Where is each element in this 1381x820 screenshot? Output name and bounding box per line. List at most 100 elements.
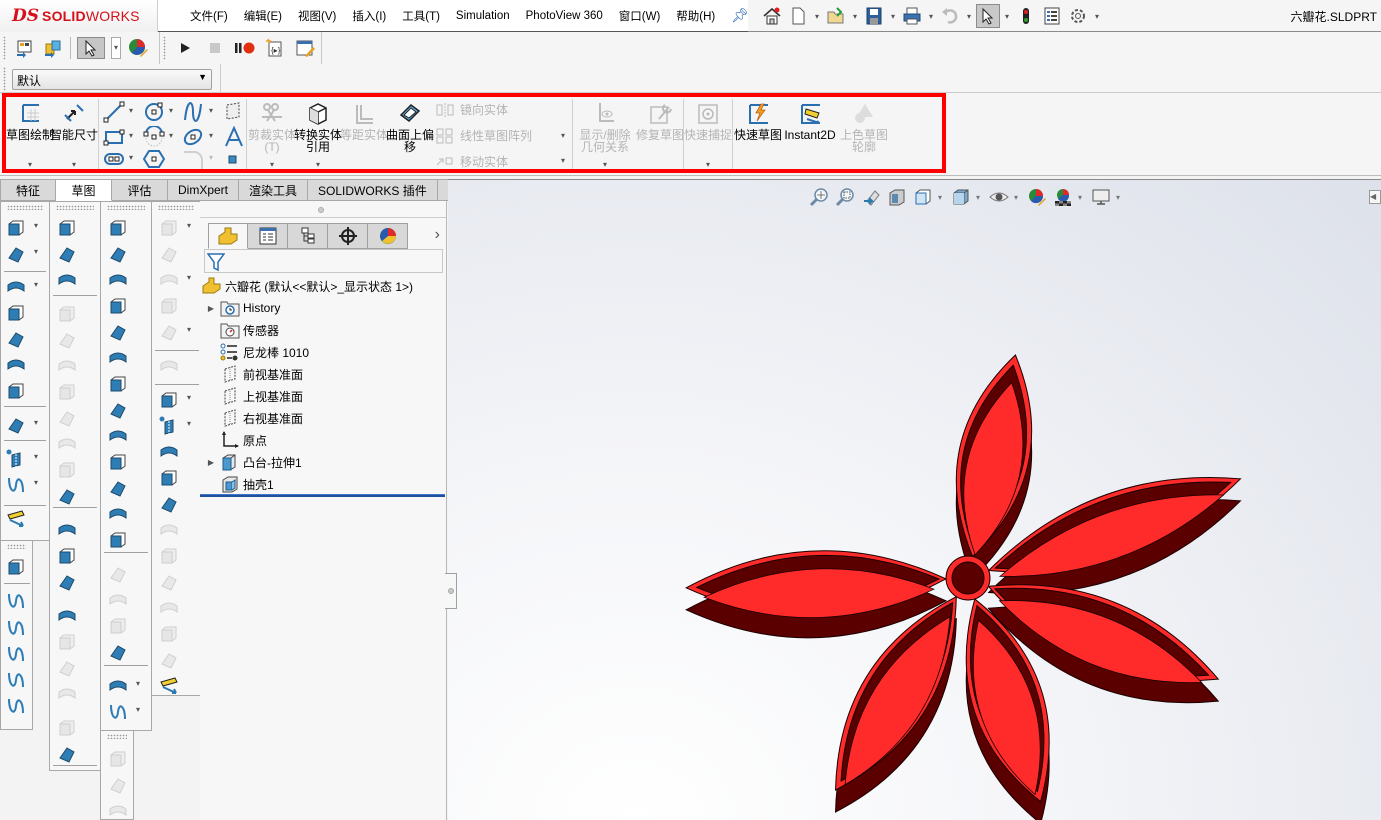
arc-button[interactable] bbox=[143, 126, 165, 148]
line-button[interactable] bbox=[103, 101, 125, 123]
tree-item[interactable]: 尼龙棒 1010 bbox=[206, 341, 309, 363]
text-button[interactable] bbox=[224, 126, 244, 148]
replace-face-icon[interactable] bbox=[108, 504, 128, 524]
solidworks-logo[interactable]: DS SOLIDWORKS bbox=[0, 0, 158, 32]
move-entities-button[interactable]: 移动实体 bbox=[436, 153, 508, 170]
extend-surface-icon[interactable] bbox=[108, 530, 128, 550]
menu-simulation[interactable]: Simulation bbox=[448, 10, 518, 22]
hidden-lines-icon[interactable] bbox=[108, 775, 128, 795]
toolbar-grip[interactable] bbox=[3, 67, 6, 91]
menu-window[interactable]: 窗口(W) bbox=[611, 8, 669, 24]
chevron-right-icon[interactable]: › bbox=[435, 226, 440, 244]
toolbar-dropdown[interactable]: ▾ bbox=[136, 705, 140, 714]
miter-flange-icon[interactable] bbox=[57, 270, 77, 290]
hidden-lines-removed-icon[interactable] bbox=[108, 801, 128, 820]
toolbar-grip[interactable] bbox=[163, 36, 166, 60]
spline-curve-icon[interactable] bbox=[6, 644, 26, 664]
menu-tools[interactable]: 工具(T) bbox=[394, 8, 448, 24]
appearance-icon[interactable] bbox=[127, 37, 149, 59]
circle-dropdown[interactable]: ▾ bbox=[169, 106, 173, 115]
toolbar-grip[interactable] bbox=[107, 734, 127, 739]
tab-property-manager[interactable] bbox=[248, 223, 288, 249]
boundary-surface-icon[interactable] bbox=[108, 322, 128, 342]
polygon-button[interactable] bbox=[143, 149, 165, 169]
linear-pattern-icon[interactable] bbox=[6, 415, 26, 435]
curve-through-points-icon[interactable] bbox=[6, 670, 26, 690]
base-flange-icon[interactable] bbox=[57, 218, 77, 238]
menu-file[interactable]: 文件(F) bbox=[182, 8, 236, 24]
cross-break-icon[interactable] bbox=[57, 382, 77, 402]
trim-dropdown[interactable]: ▾ bbox=[270, 159, 274, 171]
rectangle-button[interactable] bbox=[103, 126, 125, 148]
toolbar-dropdown[interactable]: ▾ bbox=[34, 247, 38, 256]
swept-surface-icon[interactable] bbox=[108, 270, 128, 290]
projected-curve-icon[interactable] bbox=[6, 591, 26, 611]
tab-feature-manager[interactable] bbox=[208, 223, 248, 249]
expand-arrow-icon[interactable]: ▶ bbox=[206, 304, 216, 313]
record-macro-icon[interactable] bbox=[234, 37, 256, 59]
curves-icon[interactable] bbox=[6, 475, 26, 495]
undo-icon[interactable] bbox=[938, 4, 962, 28]
filled-surface-icon[interactable] bbox=[108, 348, 128, 368]
assembly-icon[interactable] bbox=[42, 37, 64, 59]
quick-snaps-dropdown[interactable]: ▾ bbox=[706, 159, 710, 171]
convert-dropdown[interactable]: ▾ bbox=[316, 159, 320, 171]
vent-icon[interactable] bbox=[57, 520, 77, 540]
flower-petal[interactable] bbox=[987, 476, 1242, 595]
toolbar-dropdown[interactable]: ▾ bbox=[34, 280, 38, 289]
components-icon[interactable] bbox=[159, 598, 179, 618]
surface-flatten-icon[interactable] bbox=[108, 452, 128, 472]
save-icon[interactable] bbox=[862, 4, 886, 28]
options-gear-icon[interactable] bbox=[1066, 4, 1090, 28]
tab-features[interactable]: 特征 bbox=[0, 179, 56, 201]
wireframe-icon[interactable] bbox=[108, 749, 128, 769]
point-icon[interactable] bbox=[159, 494, 179, 514]
ruled-surface-icon[interactable] bbox=[108, 426, 128, 446]
planar-surface-icon[interactable] bbox=[108, 374, 128, 394]
quick-snaps-button[interactable]: 快速捕捉 ▾ bbox=[684, 101, 732, 169]
sketched-bend-icon[interactable] bbox=[57, 356, 77, 376]
sketch-dropdown[interactable]: ▾ bbox=[28, 159, 32, 171]
fillet-icon[interactable] bbox=[6, 277, 26, 297]
rebuild-icon[interactable] bbox=[1014, 4, 1038, 28]
edit-sketch-icon[interactable] bbox=[159, 296, 179, 316]
rollback-bar[interactable] bbox=[200, 494, 445, 497]
toolbar-dropdown[interactable]: ▾ bbox=[187, 221, 191, 230]
tree-item[interactable]: ▶ History bbox=[206, 297, 280, 319]
tree-item[interactable]: 前视基准面 bbox=[206, 363, 303, 385]
move-dropdown[interactable]: ▾ bbox=[561, 156, 565, 165]
menu-help[interactable]: 帮助(H) bbox=[668, 8, 723, 24]
closed-corner-icon[interactable] bbox=[57, 434, 77, 454]
open-icon[interactable] bbox=[824, 4, 848, 28]
point-button[interactable] bbox=[228, 155, 238, 165]
relations-dropdown[interactable]: ▾ bbox=[603, 159, 607, 171]
new-macro-icon[interactable]: {▸} bbox=[264, 37, 286, 59]
smart-dimension-dropdown[interactable]: ▾ bbox=[72, 159, 76, 171]
pin-icon[interactable]: 📌︎ bbox=[731, 7, 749, 24]
rotate-component-icon[interactable] bbox=[159, 650, 179, 670]
tree-item[interactable]: 原点 bbox=[206, 429, 267, 451]
menu-insert[interactable]: 插入(I) bbox=[344, 8, 394, 24]
toolbar-dropdown[interactable]: ▾ bbox=[34, 418, 38, 427]
reference-plane-icon[interactable] bbox=[6, 449, 26, 469]
lofted-surface-icon[interactable] bbox=[108, 296, 128, 316]
file-properties-icon[interactable] bbox=[1040, 4, 1064, 28]
toolbar-dropdown[interactable]: ▾ bbox=[34, 452, 38, 461]
extruded-boss-icon[interactable] bbox=[6, 218, 26, 238]
extruded-surface-icon[interactable] bbox=[108, 218, 128, 238]
components-2-icon[interactable] bbox=[159, 624, 179, 644]
delete-face-icon[interactable] bbox=[108, 478, 128, 498]
tab-sketch[interactable]: 草图 bbox=[56, 179, 112, 201]
untrim-surface-icon[interactable] bbox=[108, 590, 128, 610]
rib-icon[interactable] bbox=[6, 303, 26, 323]
toolbar-dropdown[interactable]: ▾ bbox=[187, 325, 191, 334]
forming-tool-icon[interactable] bbox=[57, 486, 77, 506]
sheet-icon[interactable] bbox=[14, 37, 36, 59]
arc-dropdown[interactable]: ▾ bbox=[169, 131, 173, 140]
move-face-icon[interactable] bbox=[159, 322, 179, 342]
mate-icon[interactable] bbox=[159, 442, 179, 462]
helix-icon[interactable] bbox=[6, 696, 26, 716]
print-dropdown[interactable]: ▾ bbox=[926, 12, 936, 21]
shaded-sketch-contours-button[interactable]: 上色草图轮廓 bbox=[840, 101, 888, 153]
tab-configuration-manager[interactable] bbox=[288, 223, 328, 249]
